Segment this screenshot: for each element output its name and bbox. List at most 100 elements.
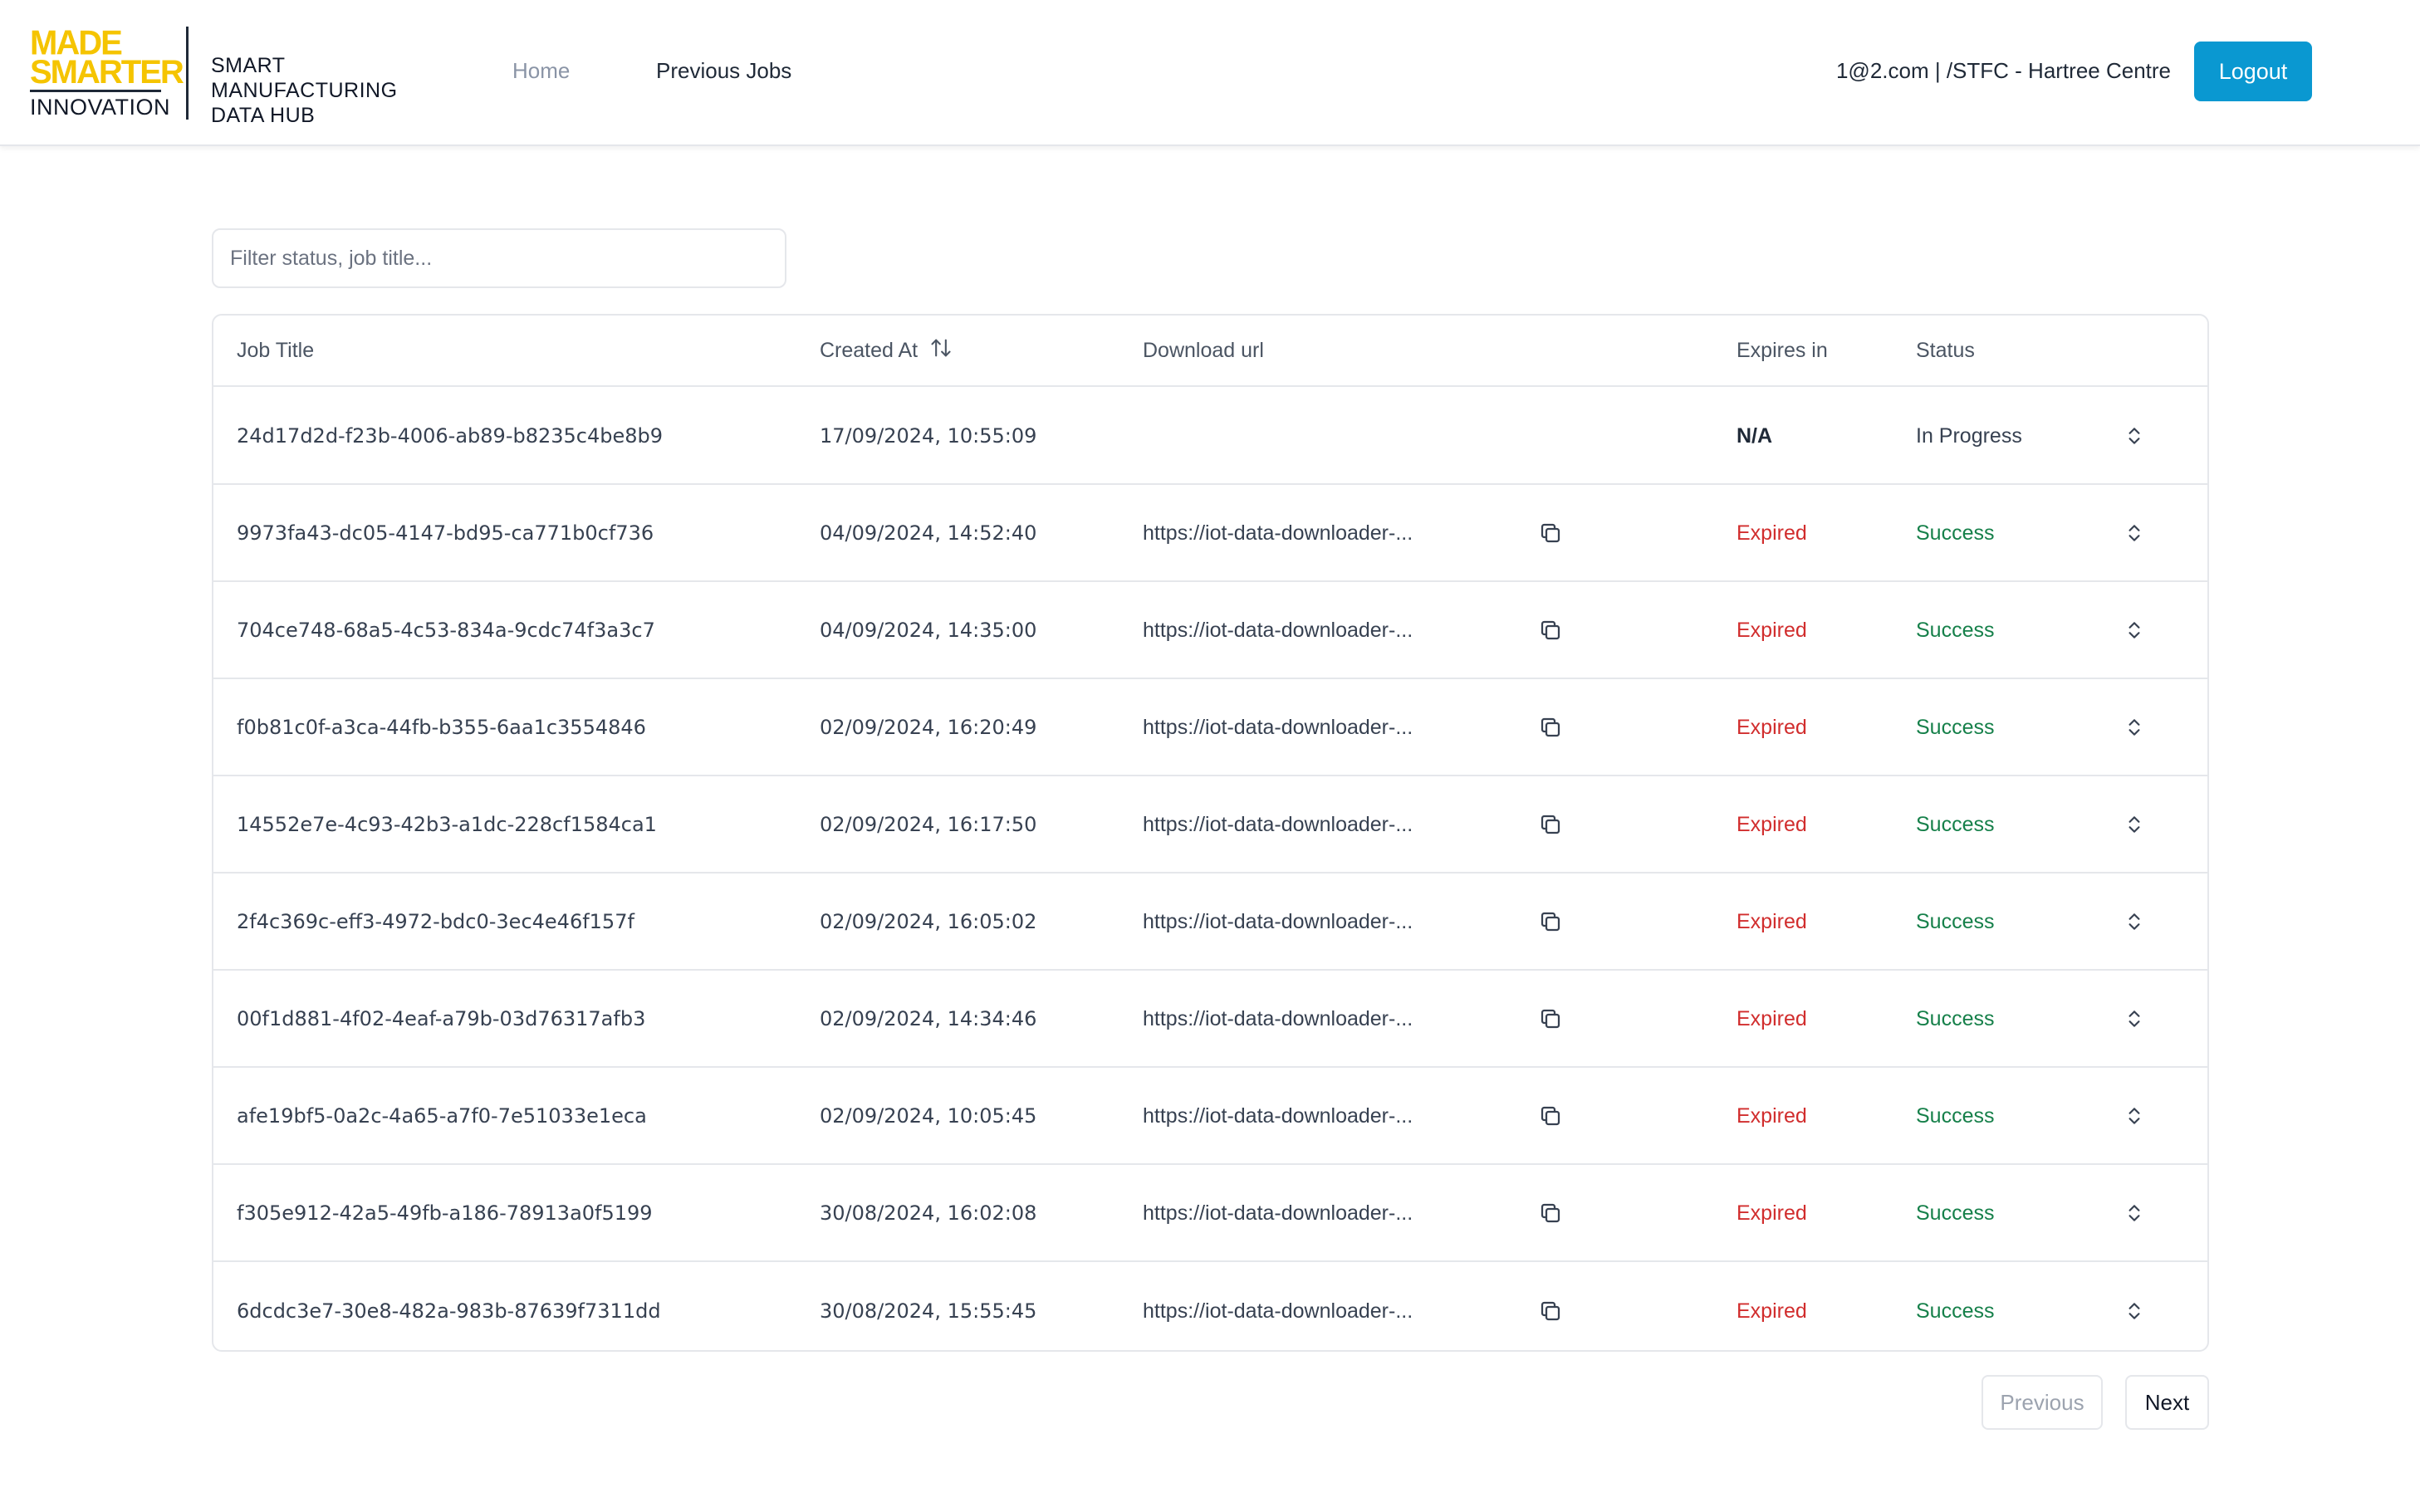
created-at-cell: 02/09/2024, 10:05:45 <box>820 1104 1037 1128</box>
expires-in-cell: Expired <box>1737 1299 1807 1323</box>
expires-in-cell: Expired <box>1737 1201 1807 1225</box>
table-header: Job Title Created At Download url Expire… <box>213 316 2207 387</box>
job-title-cell: 14552e7e-4c93-42b3-a1dc-228cf1584ca1 <box>237 813 657 836</box>
created-at-cell: 17/09/2024, 10:55:09 <box>820 424 1037 448</box>
copy-icon[interactable] <box>1538 1166 1563 1260</box>
created-at-cell: 04/09/2024, 14:35:00 <box>820 619 1037 642</box>
table-row: 14552e7e-4c93-42b3-a1dc-228cf1584ca1 02/0… <box>213 777 2207 873</box>
made-smarter-logo[interactable]: MADE SMARTER INNOVATION SMART MANUFACTUR… <box>28 26 397 127</box>
status-cell: In Progress <box>1916 423 2022 448</box>
download-url-cell[interactable]: https://iot-data-downloader-... <box>1143 777 1413 872</box>
created-at-cell: 30/08/2024, 16:02:08 <box>820 1201 1037 1225</box>
download-url-cell[interactable]: https://iot-data-downloader-... <box>1143 486 1413 580</box>
copy-icon[interactable] <box>1538 583 1563 678</box>
filter-input[interactable] <box>212 228 786 288</box>
table-row: 24d17d2d-f23b-4006-ab89-b8235c4be8b9 17/0… <box>213 389 2207 485</box>
expires-in-cell: Expired <box>1737 715 1807 739</box>
job-title-cell: 24d17d2d-f23b-4006-ab89-b8235c4be8b9 <box>237 424 664 448</box>
jobs-table: Job Title Created At Download url Expire… <box>212 314 2209 1352</box>
status-cell: Success <box>1916 521 1995 545</box>
previous-page-button[interactable]: Previous <box>1982 1375 2103 1430</box>
copy-icon[interactable] <box>1538 777 1563 872</box>
header-created-at-label: Created At <box>820 338 919 362</box>
download-url-cell[interactable]: https://iot-data-downloader-... <box>1143 971 1413 1066</box>
logo-smarter-text: SMARTER <box>30 54 184 91</box>
table-row: 9973fa43-dc05-4147-bd95-ca771b0cf736 04/0… <box>213 486 2207 582</box>
job-title-cell: f305e912-42a5-49fb-a186-78913a0f5199 <box>237 1201 653 1225</box>
job-title-cell: 704ce748-68a5-4c53-834a-9cdc74f3a3c7 <box>237 619 655 642</box>
sort-icon[interactable] <box>929 336 953 365</box>
expires-in-cell: Expired <box>1737 1006 1807 1030</box>
logo-hub-text: SMART MANUFACTURING DATA HUB <box>211 53 398 128</box>
copy-icon[interactable] <box>1538 486 1563 580</box>
job-title-cell: 6dcdc3e7-30e8-482a-983b-87639f7311dd <box>237 1299 661 1323</box>
status-cell: Success <box>1916 1103 1995 1128</box>
copy-icon[interactable] <box>1538 1069 1563 1163</box>
download-url-cell[interactable]: https://iot-data-downloader-... <box>1143 1069 1413 1163</box>
status-cell: Success <box>1916 1299 1995 1323</box>
copy-icon[interactable] <box>1538 1263 1563 1350</box>
header-created-at[interactable]: Created At <box>820 316 953 385</box>
job-title-cell: 9973fa43-dc05-4147-bd95-ca771b0cf736 <box>237 521 654 545</box>
expires-in-cell: Expired <box>1737 521 1807 545</box>
expand-chevron-icon[interactable] <box>2124 971 2145 1066</box>
job-title-cell: 00f1d881-4f02-4eaf-a79b-03d76317afb3 <box>237 1007 646 1030</box>
expand-chevron-icon[interactable] <box>2124 874 2145 969</box>
status-cell: Success <box>1916 715 1995 739</box>
created-at-cell: 02/09/2024, 16:17:50 <box>820 813 1037 836</box>
logo-underline <box>30 90 161 92</box>
created-at-cell: 02/09/2024, 14:34:46 <box>820 1007 1037 1030</box>
expand-chevron-icon[interactable] <box>2124 486 2145 580</box>
expires-in-cell: Expired <box>1737 909 1807 933</box>
header-job-title: Job Title <box>237 338 315 362</box>
expand-chevron-icon[interactable] <box>2124 777 2145 872</box>
expand-chevron-icon[interactable] <box>2124 680 2145 775</box>
table-row: 704ce748-68a5-4c53-834a-9cdc74f3a3c7 04/0… <box>213 583 2207 679</box>
expand-chevron-icon[interactable] <box>2124 1263 2145 1350</box>
top-navbar: MADE SMARTER INNOVATION SMART MANUFACTUR… <box>0 0 2420 146</box>
download-url-cell[interactable]: https://iot-data-downloader-... <box>1143 1263 1413 1350</box>
table-row: f0b81c0f-a3ca-44fb-b355-6aa1c3554846 02/0… <box>213 680 2207 776</box>
expires-in-cell: Expired <box>1737 1103 1807 1128</box>
table-row: 2f4c369c-eff3-4972-bdc0-3ec4e46f157f 02/0… <box>213 874 2207 971</box>
expires-in-cell: Expired <box>1737 618 1807 642</box>
status-cell: Success <box>1916 1201 1995 1225</box>
created-at-cell: 02/09/2024, 16:05:02 <box>820 910 1037 933</box>
next-page-button[interactable]: Next <box>2125 1375 2209 1430</box>
table-row: f305e912-42a5-49fb-a186-78913a0f5199 30/0… <box>213 1166 2207 1262</box>
logo-hub-line: DATA HUB <box>211 104 316 127</box>
nav-previous-jobs-link[interactable]: Previous Jobs <box>656 58 791 84</box>
copy-icon[interactable] <box>1538 680 1563 775</box>
status-cell: Success <box>1916 1006 1995 1030</box>
download-url-cell[interactable]: https://iot-data-downloader-... <box>1143 874 1413 969</box>
download-url-cell[interactable]: https://iot-data-downloader-... <box>1143 1166 1413 1260</box>
download-url-cell[interactable]: https://iot-data-downloader-... <box>1143 583 1413 678</box>
table-row: 6dcdc3e7-30e8-482a-983b-87639f7311dd 30/0… <box>213 1263 2207 1350</box>
status-cell: Success <box>1916 618 1995 642</box>
header-download-url: Download url <box>1143 338 1264 362</box>
copy-icon[interactable] <box>1538 971 1563 1066</box>
logo-hub-line: MANUFACTURING <box>211 79 398 102</box>
user-info: 1@2.com | /STFC - Hartree Centre <box>1835 58 2171 83</box>
expand-chevron-icon[interactable] <box>2124 583 2145 678</box>
expand-chevron-icon[interactable] <box>2124 1166 2145 1260</box>
expand-chevron-icon[interactable] <box>2124 1069 2145 1163</box>
copy-icon[interactable] <box>1538 874 1563 969</box>
created-at-cell: 02/09/2024, 16:20:49 <box>820 716 1037 739</box>
expires-in-cell: Expired <box>1737 812 1807 836</box>
logout-button[interactable]: Logout <box>2194 42 2312 101</box>
download-url-cell[interactable]: https://iot-data-downloader-... <box>1143 680 1413 775</box>
status-cell: Success <box>1916 909 1995 933</box>
expires-in-cell: N/A <box>1737 423 1773 448</box>
status-cell: Success <box>1916 812 1995 836</box>
table-row: 00f1d881-4f02-4eaf-a79b-03d76317afb3 02/0… <box>213 971 2207 1068</box>
nav-home-link[interactable]: Home <box>512 58 570 84</box>
job-title-cell: f0b81c0f-a3ca-44fb-b355-6aa1c3554846 <box>237 716 646 739</box>
header-expires-in: Expires in <box>1737 338 1828 362</box>
expand-chevron-icon[interactable] <box>2124 389 2145 483</box>
logo-innovation-text: INNOVATION <box>30 95 171 120</box>
table-row: afe19bf5-0a2c-4a65-a7f0-7e51033e1eca 02/0… <box>213 1069 2207 1165</box>
created-at-cell: 30/08/2024, 15:55:45 <box>820 1299 1037 1323</box>
created-at-cell: 04/09/2024, 14:52:40 <box>820 521 1037 545</box>
logo-divider <box>186 27 189 120</box>
